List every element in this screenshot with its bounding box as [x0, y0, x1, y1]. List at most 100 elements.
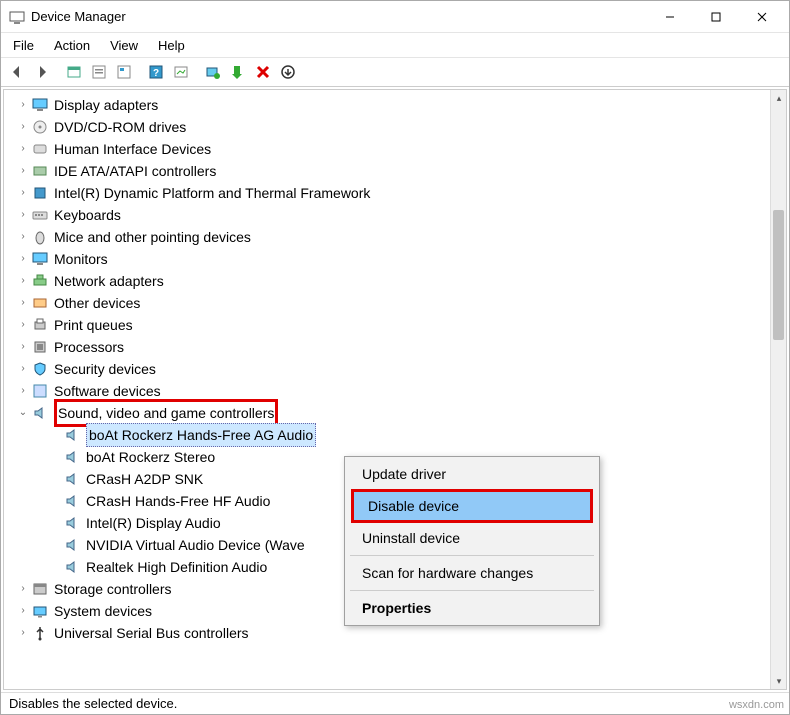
ide-icon	[32, 163, 48, 179]
tree-item-label: Display adapters	[54, 94, 158, 116]
menu-view[interactable]: View	[100, 36, 148, 55]
tree-item[interactable]: › Security devices	[8, 358, 770, 380]
toolbar: ?	[1, 57, 789, 87]
svg-text:?: ?	[153, 68, 159, 79]
scroll-down-arrow-icon[interactable]: ▾	[771, 673, 787, 689]
speaker-icon	[64, 449, 80, 465]
context-menu-item[interactable]: Uninstall device	[348, 524, 596, 552]
tree-item-label: Intel(R) Display Audio	[86, 512, 221, 534]
menubar: File Action View Help	[1, 33, 789, 57]
speaker-icon	[64, 559, 80, 575]
minimize-button[interactable]	[647, 1, 693, 32]
system-icon	[32, 603, 48, 619]
chevron-right-icon[interactable]: ›	[16, 318, 30, 332]
software-icon	[32, 383, 48, 399]
show-hidden-icon[interactable]	[62, 60, 86, 84]
maximize-button[interactable]	[693, 1, 739, 32]
close-button[interactable]	[739, 1, 785, 32]
tree-item[interactable]: › Display adapters	[8, 94, 770, 116]
menu-help[interactable]: Help	[148, 36, 195, 55]
properties-icon[interactable]	[112, 60, 136, 84]
chevron-right-icon[interactable]: ›	[16, 384, 30, 398]
chevron-right-icon[interactable]: ›	[16, 98, 30, 112]
chevron-right-icon[interactable]: ›	[16, 362, 30, 376]
help-icon[interactable]: ?	[144, 60, 168, 84]
chevron-right-icon[interactable]: ›	[16, 252, 30, 266]
storage-icon	[32, 581, 48, 597]
context-menu-separator	[350, 590, 594, 591]
forward-arrow-icon[interactable]	[30, 60, 54, 84]
speaker-icon	[64, 493, 80, 509]
other-icon	[32, 295, 48, 311]
tree-item-label: Intel(R) Dynamic Platform and Thermal Fr…	[54, 182, 370, 204]
update-driver-icon[interactable]	[201, 60, 225, 84]
chip-icon	[32, 185, 48, 201]
tree-item[interactable]: boAt Rockerz Hands-Free AG Audio	[8, 424, 770, 446]
tree-item-label: Storage controllers	[54, 578, 172, 600]
speaker-icon	[64, 427, 80, 443]
chevron-right-icon[interactable]: ›	[16, 582, 30, 596]
context-menu-item[interactable]: Properties	[348, 594, 596, 622]
vertical-scrollbar[interactable]: ▴ ▾	[770, 90, 786, 689]
tree-item[interactable]: ›Mice and other pointing devices	[8, 226, 770, 248]
tree-item[interactable]: ›IDE ATA/ATAPI controllers	[8, 160, 770, 182]
chevron-right-icon[interactable]: ›	[16, 604, 30, 618]
speaker-icon	[64, 471, 80, 487]
menu-file[interactable]: File	[3, 36, 44, 55]
chevron-right-icon[interactable]: ›	[16, 274, 30, 288]
tree-item[interactable]: › Intel(R) Dynamic Platform and Thermal F…	[8, 182, 770, 204]
speaker-icon	[64, 537, 80, 553]
disable-icon[interactable]	[251, 60, 275, 84]
speaker-icon	[32, 405, 48, 421]
tree-item-label: Network adapters	[54, 270, 164, 292]
context-menu-item[interactable]: Disable device	[354, 492, 590, 520]
window-controls	[647, 1, 785, 32]
back-arrow-icon[interactable]	[5, 60, 29, 84]
app-icon	[9, 9, 25, 25]
tree-item-label: Security devices	[54, 358, 156, 380]
refresh-icon[interactable]	[87, 60, 111, 84]
tree-item[interactable]: › Network adapters	[8, 270, 770, 292]
tree-item[interactable]: ›Monitors	[8, 248, 770, 270]
toolbar-separator	[137, 60, 143, 84]
tree-item[interactable]: ›Processors	[8, 336, 770, 358]
tree-item-label: Keyboards	[54, 204, 121, 226]
tree-item[interactable]: ⌄Sound, video and game controllers	[8, 402, 770, 424]
uninstall-icon[interactable]	[276, 60, 300, 84]
tree-item-label: boAt Rockerz Hands-Free AG Audio	[86, 423, 316, 447]
scroll-thumb[interactable]	[773, 210, 784, 340]
window-title: Device Manager	[31, 9, 647, 24]
tree-item-label: NVIDIA Virtual Audio Device (Wave	[86, 534, 305, 556]
tree-item[interactable]: ›Other devices	[8, 292, 770, 314]
device-manager-window: Device Manager File Action View Help ?	[0, 0, 790, 715]
chevron-right-icon[interactable]: ›	[16, 230, 30, 244]
tree-item[interactable]: ›Human Interface Devices	[8, 138, 770, 160]
chevron-right-icon[interactable]: ›	[16, 208, 30, 222]
tree-item-label: CRasH Hands-Free HF Audio	[86, 490, 270, 512]
install-icon[interactable]	[226, 60, 250, 84]
chevron-right-icon[interactable]: ›	[16, 186, 30, 200]
scroll-up-arrow-icon[interactable]: ▴	[771, 90, 787, 106]
printer-icon	[32, 317, 48, 333]
titlebar: Device Manager	[1, 1, 789, 33]
tree-item[interactable]: › Print queues	[8, 314, 770, 336]
context-menu-item[interactable]: Update driver	[348, 460, 596, 488]
status-text: Disables the selected device.	[9, 696, 177, 711]
chevron-right-icon[interactable]: ›	[16, 340, 30, 354]
tree-item[interactable]: › DVD/CD-ROM drives	[8, 116, 770, 138]
tree-item-label: DVD/CD-ROM drives	[54, 116, 186, 138]
chevron-right-icon[interactable]: ›	[16, 626, 30, 640]
tree-item[interactable]: › Keyboards	[8, 204, 770, 226]
tree-item-label: Print queues	[54, 314, 133, 336]
menu-action[interactable]: Action	[44, 36, 100, 55]
toolbar-separator	[194, 60, 200, 84]
context-menu-item[interactable]: Scan for hardware changes	[348, 559, 596, 587]
scan-icon[interactable]	[169, 60, 193, 84]
chevron-right-icon[interactable]: ›	[16, 296, 30, 310]
chevron-right-icon[interactable]: ›	[16, 142, 30, 156]
context-menu-separator	[350, 555, 594, 556]
chevron-right-icon[interactable]: ›	[16, 120, 30, 134]
tree-item-label: Realtek High Definition Audio	[86, 556, 267, 578]
chevron-right-icon[interactable]: ›	[16, 164, 30, 178]
chevron-down-icon[interactable]: ⌄	[16, 406, 30, 420]
